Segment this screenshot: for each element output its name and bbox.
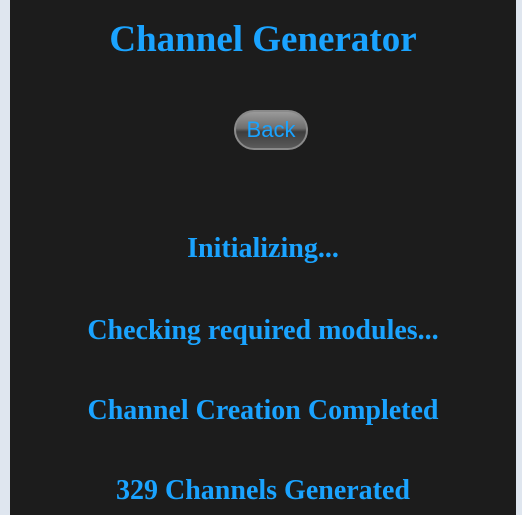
status-checking-modules: Checking required modules...	[87, 315, 439, 346]
back-button[interactable]: Back	[234, 110, 308, 150]
status-initializing: Initializing...	[187, 233, 339, 264]
page-title: Channel Generator	[109, 19, 417, 60]
status-creation-completed: Channel Creation Completed	[87, 395, 439, 426]
app-panel: Channel Generator Back Initializing... C…	[10, 0, 516, 515]
status-channels-generated: 329 Channels Generated	[116, 475, 410, 506]
